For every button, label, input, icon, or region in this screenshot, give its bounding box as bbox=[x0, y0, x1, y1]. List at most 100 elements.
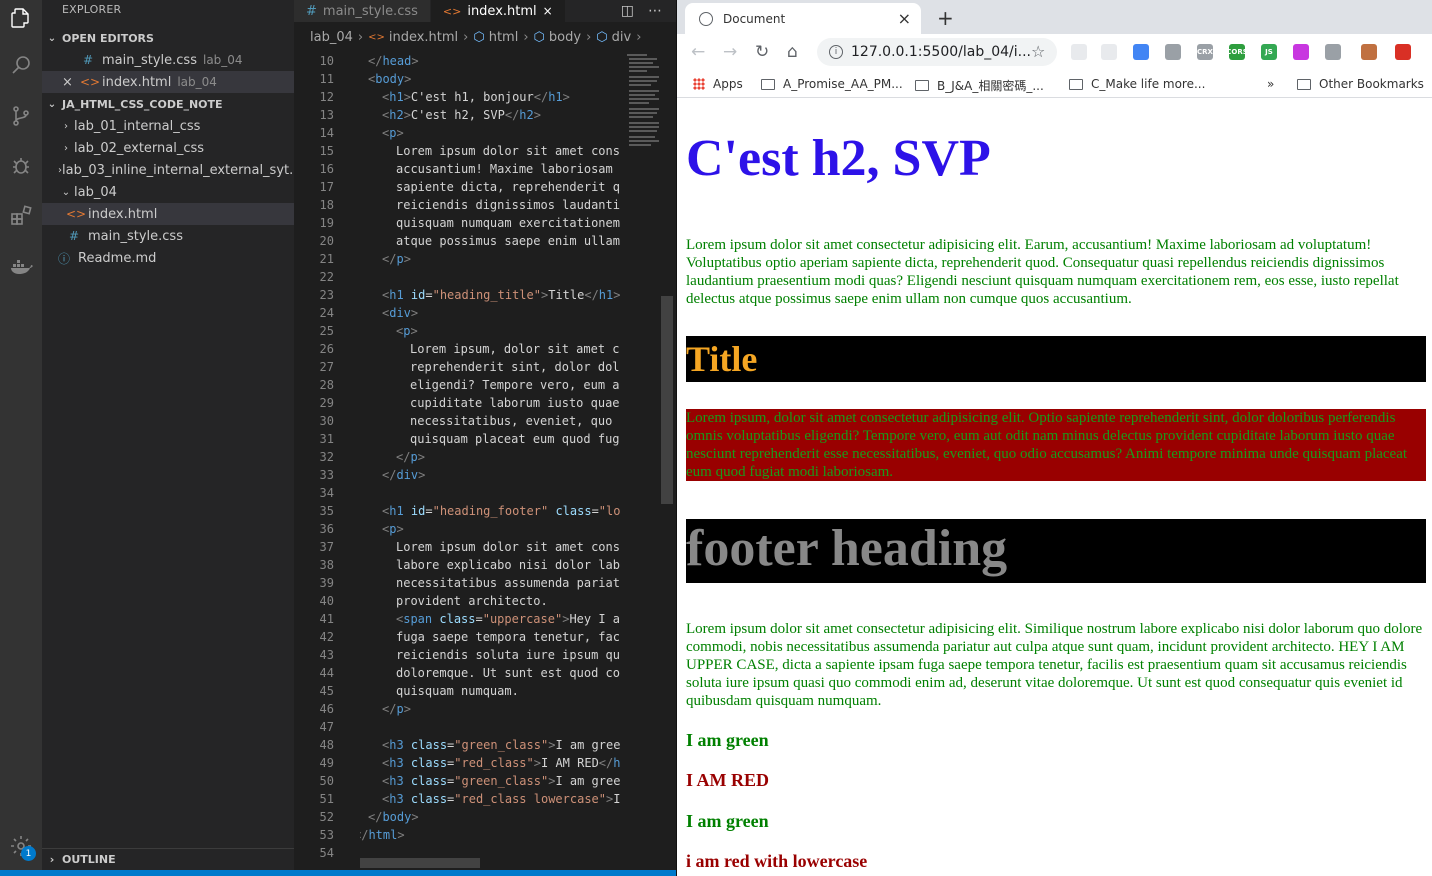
docker-icon[interactable] bbox=[7, 252, 35, 280]
open-editor-item[interactable]: × <> index.html lab_04 bbox=[42, 71, 294, 93]
line-number: 23 bbox=[319, 288, 334, 302]
footer-heading-block: footer heading bbox=[686, 519, 1426, 583]
tree-label: main_style.css bbox=[88, 228, 183, 244]
bookmark-folder[interactable]: B_J&A_相關密碼_... bbox=[915, 77, 1044, 94]
workspace-section[interactable]: ⌄ JA_HTML_CSS_CODE_NOTE bbox=[42, 93, 294, 115]
line-number: 32 bbox=[319, 450, 334, 464]
close-tab-icon[interactable]: × bbox=[898, 9, 911, 28]
bookmark-folder[interactable]: A_Promise_AA_PM... bbox=[761, 77, 903, 91]
tree-file[interactable]: ⓘ Readme.md bbox=[42, 247, 294, 269]
browser-tab-strip: Document × + bbox=[677, 0, 1432, 34]
minimap[interactable] bbox=[625, 52, 661, 152]
css-file-icon: # bbox=[68, 229, 80, 243]
extension-icon[interactable] bbox=[1395, 44, 1411, 60]
extension-icon[interactable] bbox=[1101, 44, 1117, 60]
source-control-icon[interactable] bbox=[7, 102, 35, 130]
explorer-sidebar: EXPLORER ⌄ OPEN EDITORS # main_style.css… bbox=[42, 0, 294, 870]
extension-icon[interactable]: JS bbox=[1261, 44, 1277, 60]
bookmark-apps[interactable]: Apps bbox=[693, 77, 743, 91]
breadcrumb-item[interactable]: div bbox=[612, 30, 632, 45]
extension-icon[interactable] bbox=[1325, 44, 1341, 60]
extension-icon[interactable] bbox=[1165, 44, 1181, 60]
extension-icon[interactable]: CORS bbox=[1226, 44, 1248, 60]
breadcrumb-item[interactable]: body bbox=[549, 30, 581, 45]
line-number: 18 bbox=[319, 198, 334, 212]
code-line: quisquam numquam exercitationem bbox=[396, 216, 620, 230]
open-editor-item[interactable]: # main_style.css lab_04 bbox=[42, 49, 294, 71]
tree-file[interactable]: <> index.html bbox=[42, 203, 294, 225]
code-line: <h2>C'est h2, SVP</h2> bbox=[382, 108, 541, 122]
code-line: quisquam placeat eum quod fug bbox=[410, 432, 620, 446]
bookmarks-overflow[interactable]: » bbox=[1267, 77, 1274, 91]
home-icon[interactable]: ⌂ bbox=[787, 42, 798, 62]
folder-icon bbox=[761, 78, 775, 90]
horizontal-scrollbar-thumb[interactable] bbox=[360, 858, 480, 868]
element-icon: ⬡ bbox=[533, 29, 545, 45]
breadcrumb-item[interactable]: html bbox=[489, 30, 519, 45]
address-bar[interactable]: i 127.0.0.1:5500/lab_04/i... bbox=[817, 38, 1057, 66]
open-editors-section[interactable]: ⌄ OPEN EDITORS bbox=[42, 27, 294, 49]
breadcrumb-item[interactable]: index.html bbox=[389, 30, 458, 45]
code-line: </p> bbox=[382, 252, 411, 266]
browser-window: Document × + ← → ↻ ⌂ i 127.0.0.1:5500/la… bbox=[677, 0, 1432, 876]
tree-folder[interactable]: › lab_02_external_css bbox=[42, 137, 294, 159]
green-heading: I am green bbox=[686, 811, 769, 831]
red-heading: i am red with lowercase bbox=[686, 851, 868, 871]
bookmark-other[interactable]: Other Bookmarks bbox=[1297, 77, 1424, 91]
close-icon[interactable]: × bbox=[62, 75, 80, 90]
tree-folder[interactable]: › lab_01_internal_css bbox=[42, 115, 294, 137]
line-number: 17 bbox=[319, 180, 334, 194]
element-icon: ⬡ bbox=[473, 29, 485, 45]
line-number: 30 bbox=[319, 414, 334, 428]
extension-icon[interactable] bbox=[1293, 44, 1309, 60]
bookmark-folder[interactable]: C_Make life more... bbox=[1069, 77, 1205, 91]
code-line: Lorem ipsum, dolor sit amet c bbox=[410, 342, 620, 356]
tree-folder[interactable]: › lab_03_inline_internal_external_syt... bbox=[42, 159, 294, 181]
line-number: 15 bbox=[319, 144, 334, 158]
more-actions-icon[interactable]: ⋯ bbox=[648, 3, 662, 19]
extension-icon[interactable]: CRX bbox=[1197, 44, 1213, 60]
bookmark-star-icon[interactable]: ☆ bbox=[1031, 42, 1045, 61]
tree-label: Readme.md bbox=[78, 250, 157, 266]
new-tab-icon[interactable]: + bbox=[937, 6, 954, 30]
line-number: 50 bbox=[319, 774, 334, 788]
close-icon[interactable]: × bbox=[543, 4, 553, 18]
html-file-icon: <> bbox=[66, 207, 87, 221]
open-editor-name: main_style.css bbox=[102, 52, 197, 68]
outline-section[interactable]: › OUTLINE bbox=[42, 848, 294, 870]
debug-icon[interactable] bbox=[7, 152, 35, 180]
html-file-icon: <> bbox=[368, 31, 385, 43]
extensions-icon[interactable] bbox=[7, 202, 35, 230]
css-file-icon: # bbox=[306, 3, 317, 19]
forward-arrow-icon[interactable]: → bbox=[723, 42, 737, 62]
vertical-scrollbar-thumb[interactable] bbox=[661, 296, 673, 504]
site-info-icon[interactable]: i bbox=[829, 45, 843, 59]
tree-file[interactable]: # main_style.css bbox=[42, 225, 294, 247]
explorer-icon[interactable] bbox=[7, 4, 35, 32]
workspace-label: JA_HTML_CSS_CODE_NOTE bbox=[62, 97, 223, 111]
breadcrumb: lab_04 › <> index.html › ⬡ html › ⬡ body… bbox=[294, 22, 676, 52]
url-text: 127.0.0.1:5500/lab_04/i... bbox=[851, 44, 1031, 60]
split-editor-icon[interactable]: ◫ bbox=[621, 3, 634, 19]
browser-tab[interactable]: Document × bbox=[685, 3, 921, 34]
tree-folder[interactable]: ⌄ lab_04 bbox=[42, 181, 294, 203]
tab-label: main_style.css bbox=[322, 3, 418, 19]
line-number: 14 bbox=[319, 126, 334, 140]
line-number: 52 bbox=[319, 810, 334, 824]
extension-icon[interactable] bbox=[1133, 44, 1149, 60]
tab-main-style-css[interactable]: # main_style.css bbox=[294, 0, 431, 22]
tab-index-html[interactable]: <> index.html × bbox=[430, 0, 566, 22]
line-number: 36 bbox=[319, 522, 334, 536]
browser-toolbar: ← → ↻ ⌂ i 127.0.0.1:5500/lab_04/i... ☆ C… bbox=[677, 34, 1432, 70]
line-number: 43 bbox=[319, 648, 334, 662]
line-number: 53 bbox=[319, 828, 334, 842]
extension-icon[interactable] bbox=[1361, 44, 1377, 60]
reload-icon[interactable]: ↻ bbox=[755, 42, 769, 62]
code-text[interactable]: </head> <body> <h1>C'est h1, bonjour</h1> <… bbox=[360, 52, 625, 862]
extension-icon[interactable] bbox=[1071, 44, 1087, 60]
chevron-right-icon: › bbox=[523, 29, 529, 45]
search-icon[interactable] bbox=[7, 52, 35, 80]
breadcrumb-item[interactable]: lab_04 bbox=[310, 30, 353, 45]
code-line: sapiente dicta, reprehenderit q bbox=[396, 180, 620, 194]
back-arrow-icon[interactable]: ← bbox=[691, 42, 705, 62]
